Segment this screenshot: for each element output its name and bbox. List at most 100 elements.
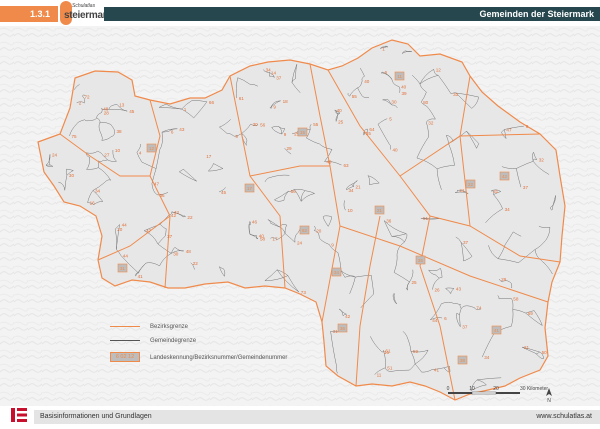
- municipality-number: 75: [72, 134, 78, 139]
- municipality-number: 18: [283, 99, 289, 104]
- district-code-box: 21: [375, 206, 384, 214]
- municipality-number: 39: [402, 91, 408, 96]
- municipality-number: 9: [284, 132, 287, 137]
- municipality-number: 47: [146, 229, 152, 234]
- scale-bar: 0 10 20 30 Kilometer N: [446, 384, 556, 404]
- north-label: N: [547, 398, 551, 404]
- municipality-number: 51: [423, 216, 429, 221]
- municipal-line-swatch: [110, 340, 140, 341]
- district-code-box: 42: [500, 172, 509, 180]
- municipality-number: 47: [506, 128, 512, 133]
- svg-text:34: 34: [334, 270, 339, 275]
- municipality-number: 50: [542, 350, 548, 355]
- district-code-box: 34: [332, 268, 341, 276]
- atlas-logo-icon: [10, 406, 28, 424]
- logo-top-text: Schulatlas: [72, 3, 95, 9]
- district-code-box: 11: [395, 72, 404, 80]
- municipality-number: 59: [413, 349, 419, 354]
- municipality-number: 40: [393, 148, 399, 153]
- schulatlas-logo: Schulatlas steiermark: [58, 1, 102, 25]
- district-code-box: 22: [466, 180, 475, 188]
- municipality-number: 34: [505, 207, 511, 212]
- scale-tick-0: 0: [447, 386, 450, 392]
- municipality-number: 33: [453, 92, 459, 97]
- municipality-number: 36: [386, 219, 392, 224]
- municipality-number: 34: [266, 68, 272, 73]
- municipality-number: 72: [85, 94, 91, 99]
- municipality-number: 22: [193, 261, 199, 266]
- municipality-number: 8: [526, 124, 529, 129]
- svg-text:62: 62: [302, 228, 307, 233]
- municipality-number: 40: [401, 85, 407, 90]
- municipality-number: 6: [385, 70, 388, 75]
- municipality-number: 20: [117, 227, 123, 232]
- municipality-number: 5: [389, 117, 392, 122]
- municipality-number: 37: [462, 325, 468, 330]
- district-code-box: 41: [492, 326, 501, 334]
- svg-text:35: 35: [418, 258, 423, 263]
- municipality-number: 37: [463, 240, 469, 245]
- municipality-number: 29: [501, 277, 507, 282]
- municipality-number: 40: [364, 79, 370, 84]
- district-code-box: 15: [298, 128, 307, 136]
- municipality-number: 43: [179, 127, 185, 132]
- legend-municipal-label: Gemeindegrenze: [150, 336, 196, 346]
- municipality-number: 16: [384, 350, 390, 355]
- municipality-number: 11: [377, 373, 382, 378]
- district-code-box: 35: [416, 256, 425, 264]
- municipality-number: 40: [259, 234, 265, 239]
- district-code-box: 17: [245, 184, 254, 192]
- municipality-number: 25: [412, 280, 418, 285]
- legend-code-label: Landeskennung/Bezirksnummer/Gemeindenumm…: [150, 353, 287, 363]
- municipality-number: 20: [316, 229, 322, 234]
- municipality-number: 44: [432, 318, 438, 323]
- municipality-number: 1: [184, 107, 187, 112]
- municipality-number: 55: [313, 122, 319, 127]
- municipality-number: 12: [436, 67, 442, 72]
- municipality-number: 41: [138, 274, 144, 279]
- municipality-number: 21: [459, 188, 465, 193]
- municipality-number: 24: [297, 240, 303, 245]
- municipality-number: 21: [524, 345, 530, 350]
- municipality-number: 56: [291, 189, 297, 194]
- municipality-number: 42: [345, 314, 351, 319]
- legend: Bezirksgrenze Gemeindegrenze 6 02 12 Lan…: [110, 322, 350, 368]
- footer: Basisinformationen und Grundlagen www.sc…: [0, 406, 600, 424]
- scale-bar-svg: 0 10 20 30 Kilometer N: [446, 384, 556, 404]
- municipality-number: 34: [349, 188, 355, 193]
- municipality-number: 46: [252, 219, 258, 224]
- municipality-number: 30: [173, 251, 179, 256]
- municipality-number: 26: [435, 288, 441, 293]
- municipality-number: 22: [187, 215, 193, 220]
- municipality-number: 34: [95, 188, 101, 193]
- footer-website-link[interactable]: www.schulatlas.at: [536, 410, 592, 424]
- municipality-number: 47: [154, 182, 160, 187]
- municipality-number: 9: [235, 134, 238, 139]
- municipality-number: 61: [239, 96, 245, 101]
- municipality-number: 42: [171, 213, 177, 218]
- municipality-number: 6: [171, 129, 174, 134]
- svg-text:41: 41: [494, 328, 499, 333]
- municipality-number: 51: [387, 366, 393, 371]
- municipality-number: 27: [104, 153, 110, 158]
- municipality-number: 59: [528, 311, 534, 316]
- municipality-number: 37: [523, 185, 529, 190]
- municipality-number: 49: [327, 160, 333, 165]
- municipality-number: 9: [273, 104, 276, 109]
- municipality-number: 30: [253, 122, 259, 127]
- municipality-number: 73: [301, 290, 307, 295]
- municipality-number: 37: [276, 76, 282, 81]
- municipality-number: 55: [352, 94, 358, 99]
- municipality-number: 10: [115, 148, 121, 153]
- municipality-number: 2: [79, 101, 82, 106]
- municipality-number: 30: [391, 99, 397, 104]
- municipality-number: 10: [348, 208, 354, 213]
- municipality-number: 80: [423, 100, 429, 105]
- svg-text:42: 42: [502, 174, 507, 179]
- svg-text:17: 17: [247, 186, 252, 191]
- municipality-number: 28: [104, 111, 110, 116]
- municipality-number: 45: [221, 190, 227, 195]
- municipality-number: 43: [456, 286, 462, 291]
- municipality-number: 64: [369, 127, 375, 132]
- municipality-number: 25: [338, 119, 344, 124]
